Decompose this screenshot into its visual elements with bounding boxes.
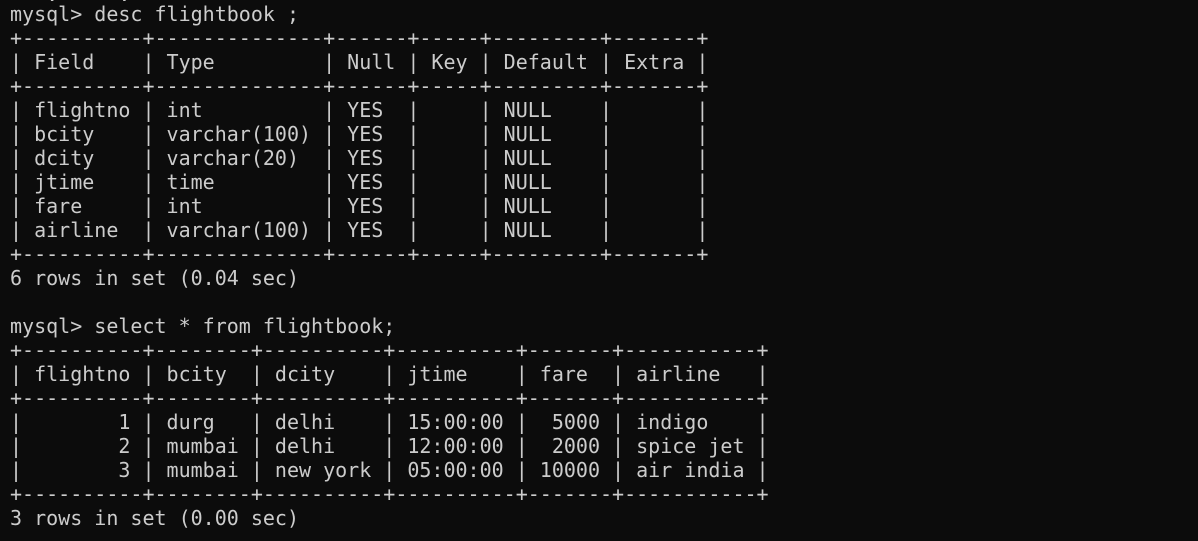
command-line-select: mysql> select * from flightbook; — [10, 314, 396, 338]
select-table-row: | 1 | durg | delhi | 15:00:00 | 5000 | i… — [10, 410, 769, 434]
desc-table-row: | airline | varchar(100) | YES | | NULL … — [10, 218, 709, 242]
select-table-header: | flightno | bcity | dcity | jtime | far… — [10, 362, 769, 386]
select-table-row: | 3 | mumbai | new york | 05:00:00 | 100… — [10, 458, 769, 482]
select-result-summary: 3 rows in set (0.00 sec) — [10, 506, 299, 530]
desc-table-row: | fare | int | YES | | NULL | | — [10, 194, 709, 218]
select-table-border-bottom: +----------+--------+----------+--------… — [10, 482, 769, 506]
select-table-border-header: +----------+--------+----------+--------… — [10, 386, 769, 410]
desc-result-summary: 6 rows in set (0.04 sec) — [10, 266, 299, 290]
desc-table-row: | dcity | varchar(20) | YES | | NULL | | — [10, 146, 709, 170]
select-table-border-top: +----------+--------+----------+--------… — [10, 338, 769, 362]
desc-table-border-top: +----------+--------------+------+-----+… — [10, 26, 709, 50]
desc-table-row: | bcity | varchar(100) | YES | | NULL | … — [10, 122, 709, 146]
select-table-row: | 2 | mumbai | delhi | 12:00:00 | 2000 |… — [10, 434, 769, 458]
desc-table-header: | Field | Type | Null | Key | Default | … — [10, 50, 709, 74]
command-line-desc: mysql> desc flightbook ; — [10, 2, 299, 26]
desc-table-border-bottom: +----------+--------------+------+-----+… — [10, 242, 709, 266]
desc-table-row: | jtime | time | YES | | NULL | | — [10, 170, 709, 194]
desc-table-row: | flightno | int | YES | | NULL | | — [10, 98, 709, 122]
desc-table-border-header: +----------+--------------+------+-----+… — [10, 74, 709, 98]
terminal-output[interactable]: mysql> desc flightbook ; +----------+---… — [10, 2, 1188, 539]
